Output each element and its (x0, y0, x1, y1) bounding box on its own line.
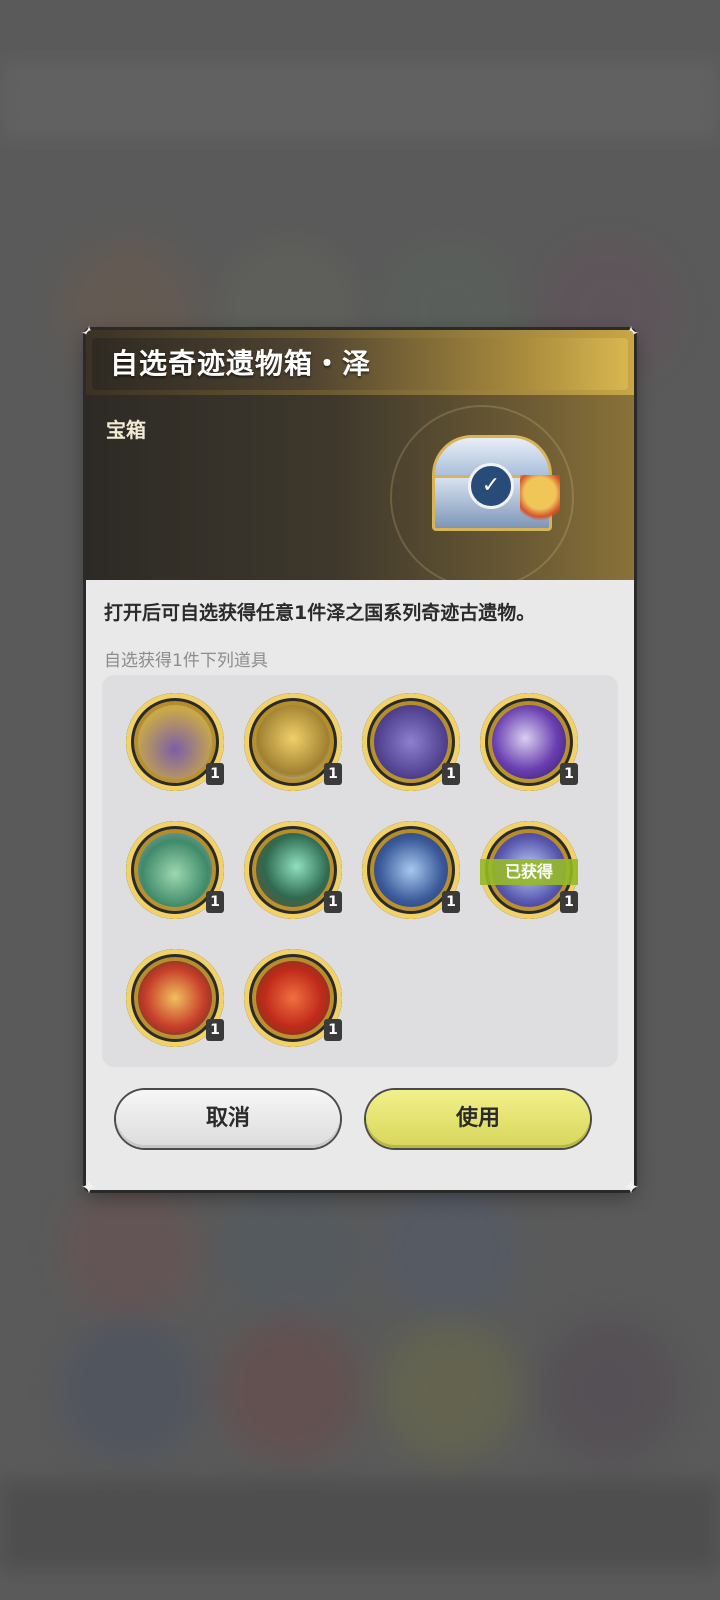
item-description: 打开后可自选获得任意1件泽之国系列奇迹古遗物。 (104, 602, 536, 624)
corner-ornament-icon: ✦ (80, 1175, 98, 1199)
blue-fish-relic-icon (374, 833, 448, 907)
red-trident-relic-icon (138, 961, 212, 1035)
red-flame-relic-icon (256, 961, 330, 1035)
treasure-chest-icon: ✓ (424, 435, 560, 531)
item-quantity: 1 (206, 1019, 224, 1041)
obtained-badge: 已获得 (480, 859, 578, 885)
reward-item[interactable]: 1 (362, 693, 460, 791)
relic-chest-dialog: ✦ ✦ ✦ ✦ 自选奇迹遗物箱・泽 宝箱 ✓ 打开后可自选获得任意1件泽之国系列… (81, 322, 640, 1198)
item-quantity: 1 (324, 891, 342, 913)
item-quantity: 1 (560, 763, 578, 785)
title-band: 自选奇迹遗物箱・泽 (86, 330, 634, 395)
item-quantity: 1 (324, 763, 342, 785)
item-quantity: 1 (442, 763, 460, 785)
item-quantity: 1 (442, 891, 460, 913)
reward-item[interactable]: 1 (480, 693, 578, 791)
purple-chest-relic-icon (138, 705, 212, 779)
purple-blade-relic-icon (492, 705, 566, 779)
use-button[interactable]: 使用 (366, 1090, 590, 1148)
corner-ornament-icon: ✦ (622, 1175, 640, 1199)
relic-key-icon (520, 475, 560, 527)
reward-item[interactable]: 1 (126, 693, 224, 791)
reward-item[interactable]: 1 (244, 821, 342, 919)
golden-lantern-relic-icon (256, 705, 330, 779)
reward-item[interactable]: 1 (126, 821, 224, 919)
item-quantity: 1 (560, 891, 578, 913)
item-quantity: 1 (206, 891, 224, 913)
reward-grid: 1 1 1 1 1 1 1 已获得 1 1 1 (102, 675, 618, 1067)
reward-item-obtained[interactable]: 已获得 1 (480, 821, 578, 919)
selection-label: 自选获得1件下列道具 (104, 651, 268, 671)
reward-item[interactable]: 1 (362, 821, 460, 919)
reward-item[interactable]: 1 (244, 949, 342, 1047)
reward-item[interactable]: 1 (244, 693, 342, 791)
item-quantity: 1 (324, 1019, 342, 1041)
item-category: 宝箱 (106, 418, 146, 442)
check-emblem-icon: ✓ (468, 463, 514, 509)
purple-armor-relic-icon (374, 705, 448, 779)
item-quantity: 1 (206, 763, 224, 785)
cancel-button[interactable]: 取消 (116, 1090, 340, 1148)
reward-item[interactable]: 1 (126, 949, 224, 1047)
green-cannon-relic-icon (256, 833, 330, 907)
dialog-title: 自选奇迹遗物箱・泽 (110, 347, 372, 380)
green-pouch-relic-icon (138, 833, 212, 907)
